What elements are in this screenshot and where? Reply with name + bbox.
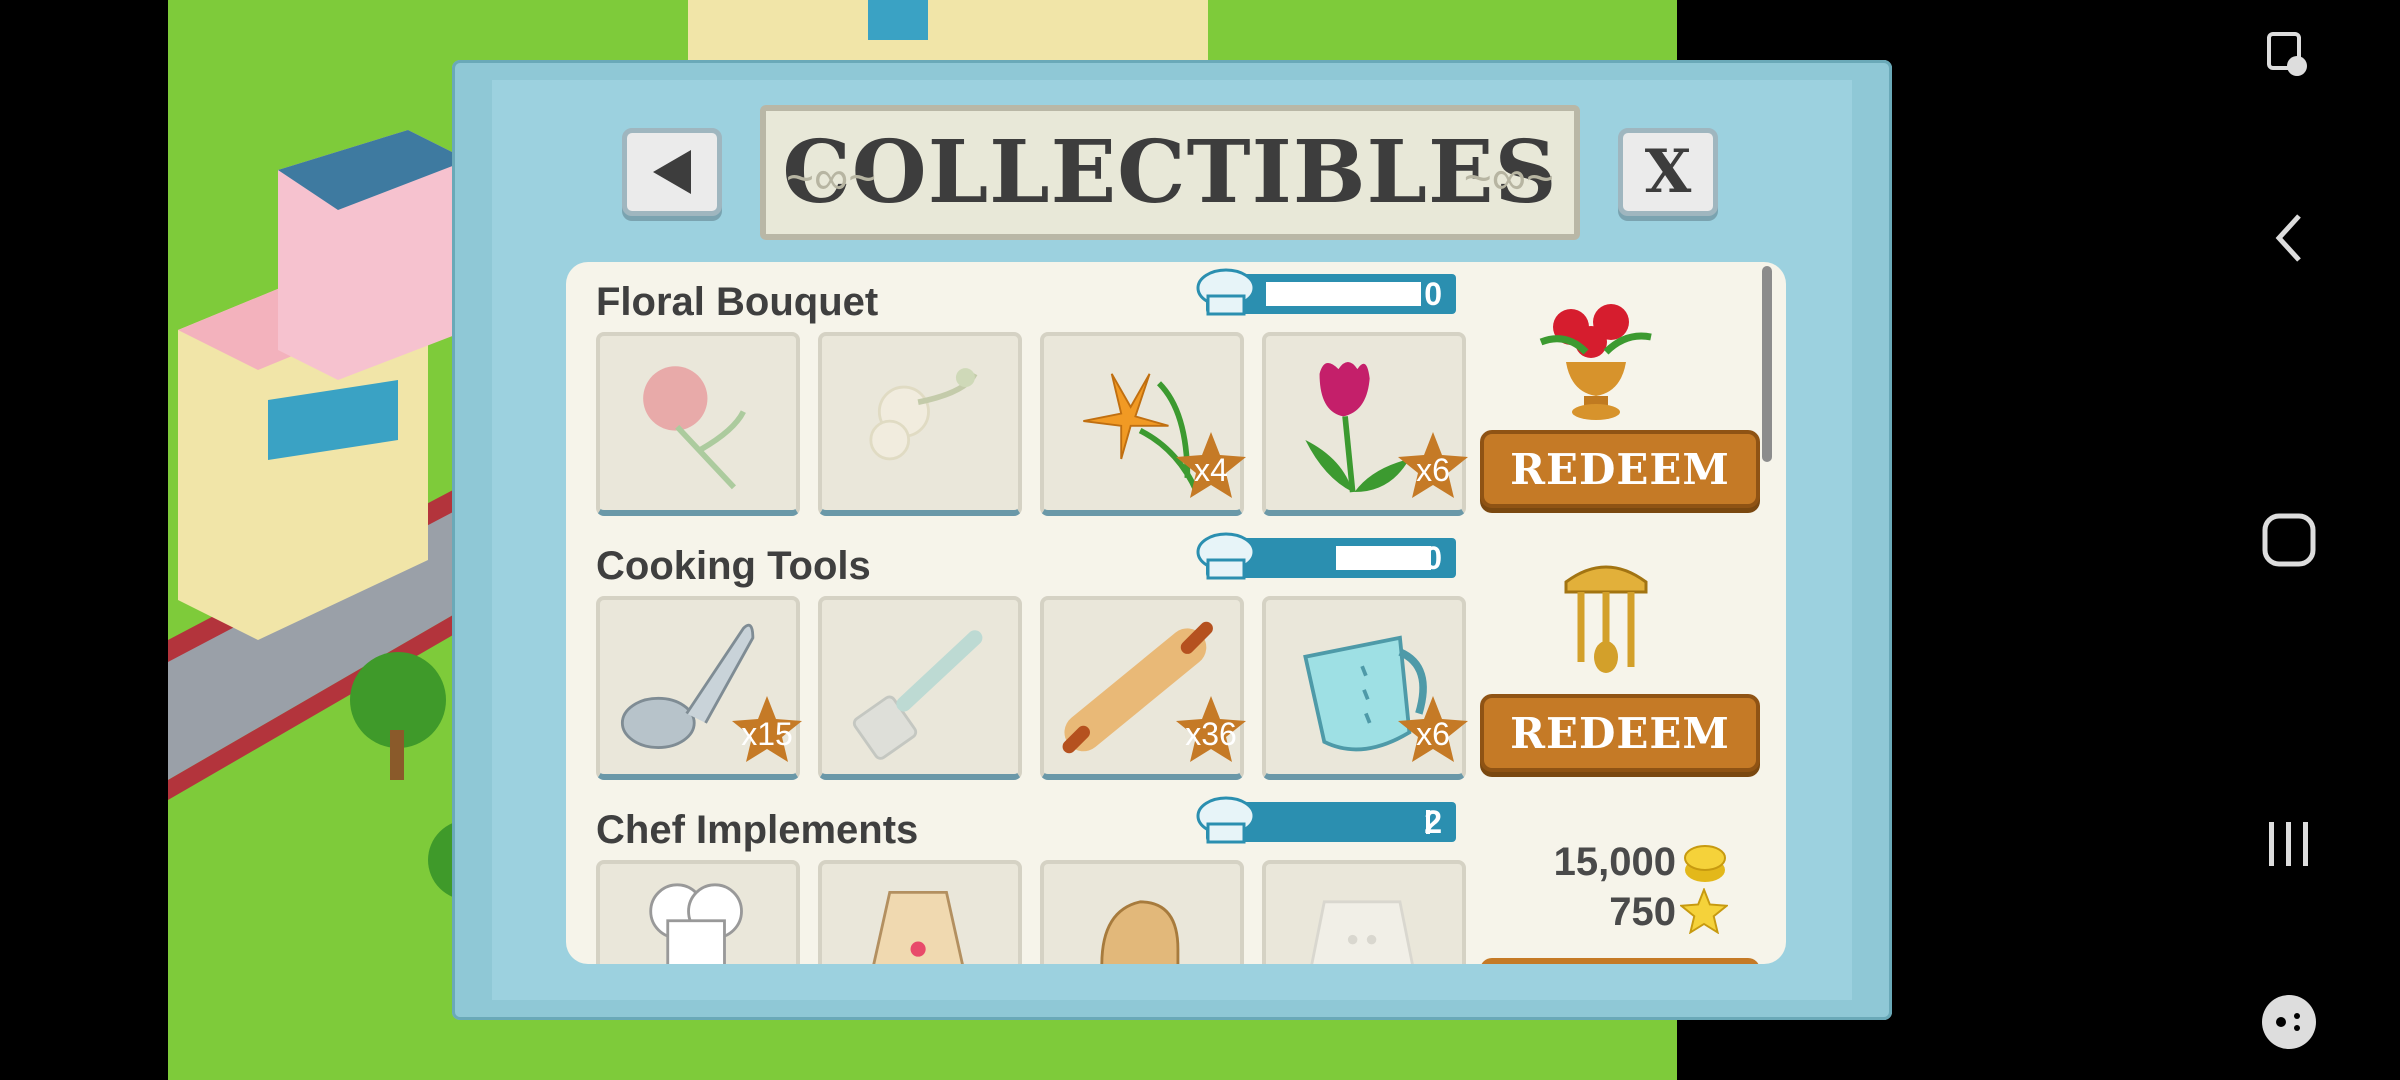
orchid-icon (869, 368, 978, 461)
progress-count: 0 (1424, 540, 1442, 576)
flower-vase-icon (1539, 304, 1652, 420)
coin-reward: 15,000 (1553, 840, 1676, 884)
screen-pin-icon[interactable] (2261, 28, 2317, 84)
section-title: Cooking Tools (596, 544, 871, 588)
spatula-icon (852, 630, 983, 760)
item-count: x36 (1185, 716, 1237, 752)
collectible-slot[interactable] (818, 596, 1022, 780)
chef-jacket-icon (1310, 900, 1414, 964)
close-button[interactable]: X (1618, 128, 1718, 216)
apron-icon (872, 890, 964, 964)
collectible-slot[interactable]: x36 (1040, 596, 1246, 780)
coins-icon (1684, 845, 1726, 882)
rose-icon (643, 366, 746, 490)
redeem-button[interactable] (1480, 958, 1760, 964)
collection-progress: 0 (1196, 268, 1456, 316)
back-button[interactable] (622, 128, 722, 216)
right-ornament-icon: ~∞~ (1463, 152, 1554, 205)
collectible-slot[interactable] (818, 860, 1022, 964)
collectible-slot[interactable] (596, 332, 800, 516)
item-count: x15 (741, 716, 793, 752)
section-title: Floral Bouquet (596, 280, 879, 324)
collectible-slot[interactable]: x4 (1040, 332, 1246, 516)
collectible-slot[interactable] (596, 860, 800, 964)
redeem-button[interactable]: REDEEM (1480, 694, 1760, 772)
collectible-slot[interactable] (818, 332, 1022, 516)
collectible-slot[interactable] (1262, 860, 1466, 964)
redeem-button[interactable]: REDEEM (1480, 430, 1760, 508)
collectible-slot[interactable] (1040, 860, 1244, 964)
collections-list[interactable]: Floral Bouquet 0 x4 x6 REDEEM Cooking To… (566, 262, 1786, 964)
chef-hat-icon (649, 883, 743, 964)
collection-progress: 0 (1196, 532, 1456, 580)
list-scrollbar[interactable] (1762, 266, 1772, 462)
section-title: Chef Implements (596, 808, 919, 852)
collectible-slot[interactable]: x6 (1262, 332, 1468, 516)
dialog-title-plate: ~∞~ COLLECTIBLES ~∞~ (760, 105, 1580, 240)
oven-mitt-icon (1100, 900, 1180, 964)
close-label: X (1644, 137, 1692, 207)
collectible-slot[interactable]: x15 (596, 596, 802, 780)
progress-count: 2 (1424, 804, 1442, 840)
back-nav-icon[interactable] (2269, 210, 2309, 266)
system-navigation-bar (2177, 0, 2400, 1080)
back-arrow-icon (653, 150, 691, 194)
chef-hat-progress-icon (1196, 532, 1256, 580)
item-count: x6 (1416, 716, 1450, 752)
recent-apps-icon[interactable] (2261, 816, 2317, 872)
collection-progress: 2 (1196, 796, 1456, 844)
progress-count: 0 (1424, 276, 1442, 312)
game-tools-icon[interactable] (2259, 992, 2319, 1052)
left-ornament-icon: ~∞~ (786, 152, 877, 205)
dialog-title: COLLECTIBLES (782, 122, 1558, 223)
item-count: x4 (1194, 452, 1228, 488)
collectible-slot[interactable]: x6 (1262, 596, 1468, 780)
star-icon (1680, 888, 1728, 934)
item-count: x6 (1416, 452, 1450, 488)
star-reward: 750 (1609, 890, 1676, 934)
home-nav-icon[interactable] (2259, 510, 2319, 570)
chef-hat-progress-icon (1196, 796, 1256, 844)
utensil-rack-icon (1564, 565, 1648, 673)
chef-hat-progress-icon (1196, 268, 1256, 316)
